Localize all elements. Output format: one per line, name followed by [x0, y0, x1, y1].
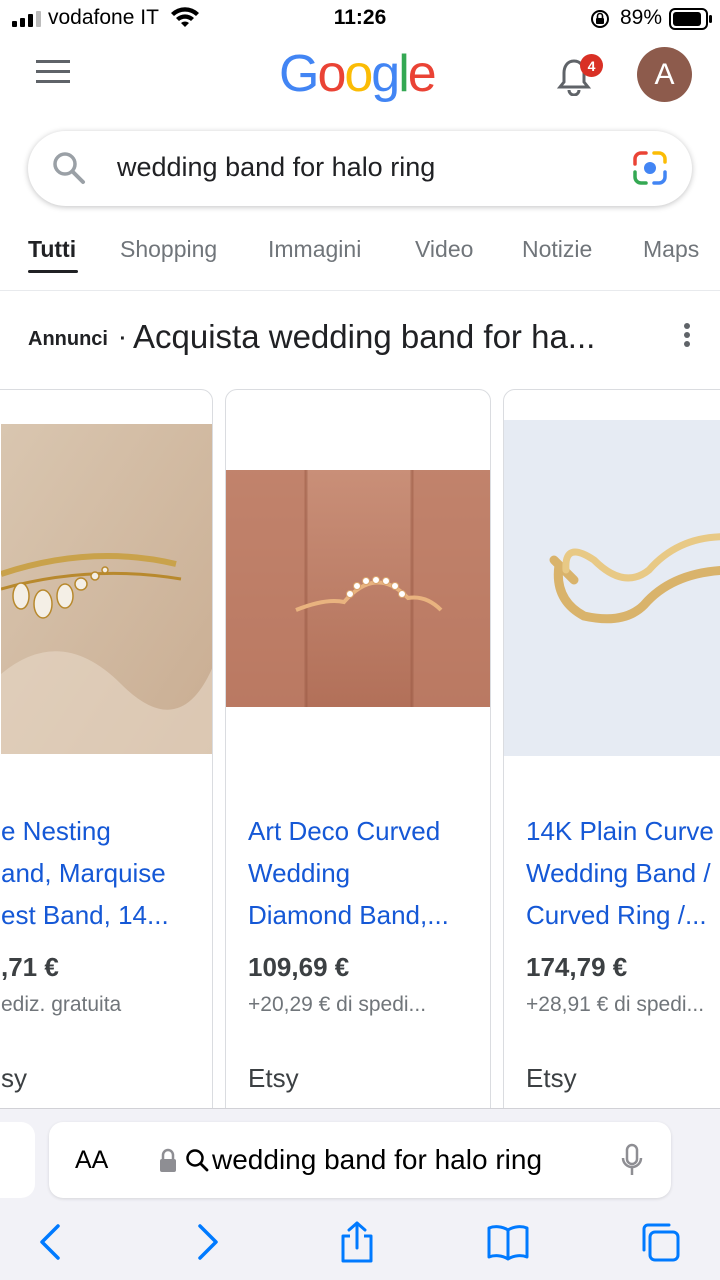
product-card[interactable]: e Nesting and, Marquise est Band, 14... … — [0, 389, 213, 1129]
product-title-line: est Band, 14... — [1, 900, 169, 930]
product-title[interactable]: 14K Plain Curve Wedding Band / Curved Ri… — [526, 810, 714, 936]
google-logo[interactable]: Google — [279, 44, 437, 104]
tabs-icon[interactable] — [638, 1220, 682, 1264]
tabs-divider — [0, 290, 720, 291]
product-image-plain-curved-ring[interactable] — [504, 420, 720, 756]
product-title-line: Curved Ring /... — [526, 900, 707, 930]
product-store: Etsy — [248, 1063, 299, 1093]
product-image-nesting-ring[interactable] — [1, 424, 213, 754]
product-title-line: 14K Plain Curve — [526, 816, 714, 846]
status-bar: vodafone IT 11:26 89% — [0, 0, 720, 40]
product-title[interactable]: e Nesting and, Marquise est Band, 14... — [1, 810, 169, 936]
logo-letter: l — [398, 45, 409, 103]
product-shipping: +20,29 € di spedi... — [248, 993, 427, 1016]
tab-immagini[interactable]: Immagini — [268, 236, 361, 263]
more-options-icon[interactable] — [682, 322, 692, 348]
product-store: Etsy — [526, 1063, 577, 1093]
search-icon — [53, 152, 85, 184]
product-card[interactable]: Art Deco Curved Wedding Diamond Band,...… — [225, 389, 491, 1129]
product-price: 174,79 € — [526, 952, 628, 982]
product-image-art-deco-ring[interactable] — [226, 470, 491, 707]
product-price: 109,69 € — [248, 952, 350, 982]
reader-options-button[interactable]: AA — [75, 1146, 108, 1175]
product-shipping: ediz. gratuita — [1, 993, 122, 1016]
menu-icon[interactable] — [36, 60, 70, 84]
battery-percent: 89% — [620, 6, 663, 29]
address-bar-text[interactable]: wedding band for halo ring — [212, 1144, 542, 1176]
logo-letter: o — [344, 45, 373, 103]
share-icon[interactable] — [335, 1220, 379, 1264]
clock: 11:26 — [333, 6, 387, 29]
back-icon[interactable] — [30, 1220, 74, 1264]
product-title-line: e Nesting — [1, 816, 111, 846]
tab-tutti[interactable]: Tutti — [28, 236, 76, 263]
search-icon — [186, 1149, 209, 1172]
active-tab-indicator — [28, 270, 78, 273]
logo-letter: e — [407, 45, 437, 103]
product-card[interactable]: 14K Plain Curve Wedding Band / Curved Ri… — [503, 389, 720, 1129]
ads-separator: · — [119, 328, 127, 350]
avatar[interactable]: A — [637, 47, 692, 102]
previous-tab-preview[interactable] — [0, 1122, 35, 1198]
ads-label: Annunci · — [28, 328, 126, 351]
product-title[interactable]: Art Deco Curved Wedding Diamond Band,... — [248, 810, 449, 936]
battery-icon — [669, 8, 712, 30]
product-price: ,71 € — [1, 952, 59, 982]
product-title-line: Art Deco Curved — [248, 816, 441, 846]
logo-letter: o — [317, 45, 346, 103]
ads-section-title: Acquista wedding band for ha... — [133, 318, 596, 355]
product-title-line: Wedding — [248, 858, 351, 888]
forward-icon[interactable] — [184, 1220, 228, 1264]
microphone-icon[interactable] — [620, 1143, 644, 1179]
rotation-lock-icon — [591, 10, 609, 28]
lock-icon — [160, 1148, 176, 1172]
tab-maps[interactable]: Maps — [643, 236, 699, 263]
notification-badge: 4 — [580, 54, 603, 77]
logo-letter: g — [371, 45, 400, 103]
ads-label-text: Annunci — [28, 328, 108, 350]
bookmarks-icon[interactable] — [486, 1220, 530, 1264]
product-title-line: and, Marquise — [1, 858, 166, 888]
search-input[interactable]: wedding band for halo ring — [117, 152, 435, 183]
tab-notizie[interactable]: Notizie — [522, 236, 592, 263]
tab-video[interactable]: Video — [415, 236, 473, 263]
google-lens-icon[interactable] — [632, 150, 668, 186]
product-title-line: Diamond Band,... — [248, 900, 449, 930]
product-title-line: Wedding Band / — [526, 858, 711, 888]
product-shipping: +28,91 € di spedi... — [526, 993, 705, 1016]
product-store: sy — [1, 1063, 27, 1093]
tab-shopping[interactable]: Shopping — [120, 236, 217, 263]
logo-letter: G — [279, 45, 319, 103]
